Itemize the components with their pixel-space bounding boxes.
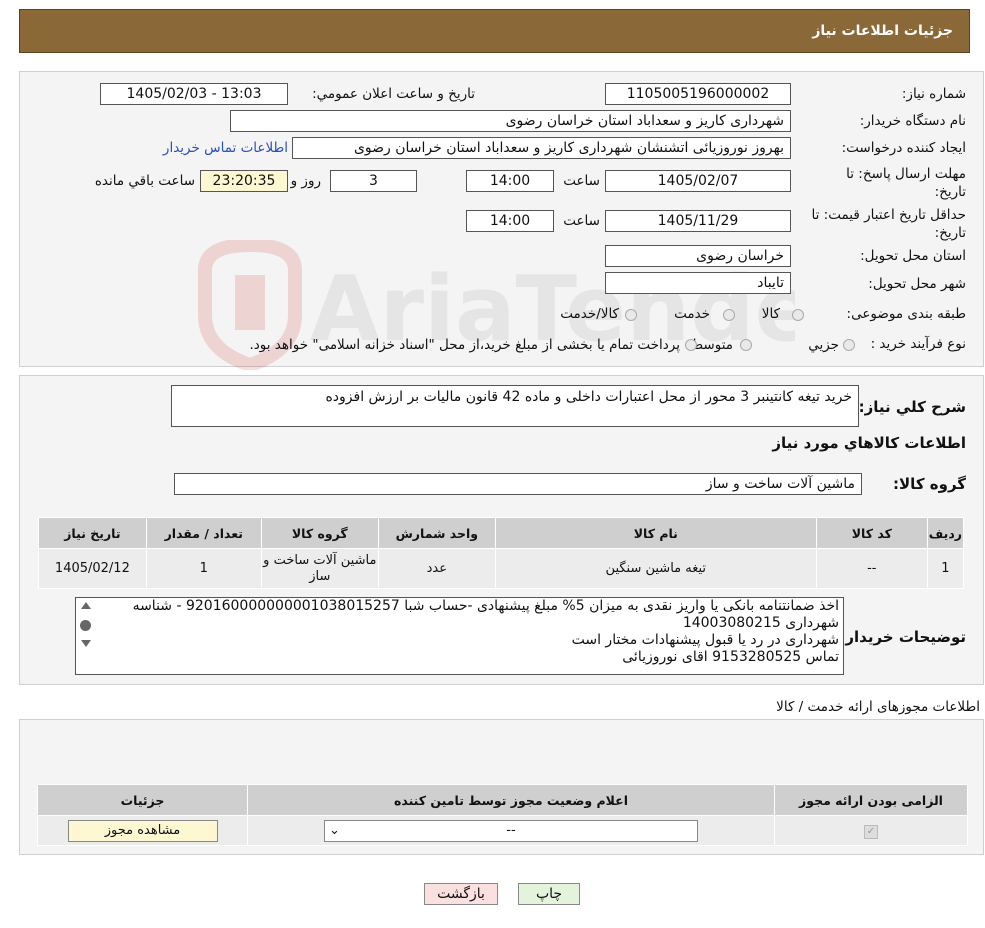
col-code: کد کالا bbox=[815, 517, 928, 549]
creator-label: ایجاد کننده درخواست: bbox=[841, 140, 966, 156]
buyer-org-label: نام دستگاه خریدار: bbox=[859, 113, 966, 129]
buyer-notes-textarea[interactable]: اخذ ضمانتنامه بانکی یا واریز نقدی به میز… bbox=[75, 597, 844, 675]
print-button[interactable]: چاپ bbox=[518, 883, 580, 905]
goods-group-label: گروه کالا: bbox=[893, 475, 966, 493]
cell-group: ماشین آلات ساخت و ساز bbox=[260, 548, 379, 589]
process-radio-minor[interactable] bbox=[843, 339, 855, 351]
page-header: جزئیات اطلاعات نیاز bbox=[19, 9, 970, 53]
cell-code: -- bbox=[815, 548, 928, 589]
cell-qty: 1 bbox=[145, 548, 262, 589]
price-date-field: 1405/11/29 bbox=[605, 210, 791, 232]
category-label: طبقه بندی موضوعی: bbox=[846, 306, 966, 322]
cell-name: تیغه ماشین سنگین bbox=[494, 548, 817, 589]
col-date: تاریخ نیاز bbox=[38, 517, 147, 549]
category-option-goods-service: کالا/خدمت bbox=[560, 306, 619, 322]
licenses-title: اطلاعات مجوزهای ارائه خدمت / کالا bbox=[776, 699, 980, 715]
view-license-button[interactable]: مشاهده مجوز bbox=[67, 819, 218, 842]
col-qty: تعداد / مقدار bbox=[145, 517, 262, 549]
category-radio-service[interactable] bbox=[723, 309, 735, 321]
province-field: خراسان رضوی bbox=[605, 245, 791, 267]
buyer-notes-line: شهرداری در رد یا قبول پیشنهادات مختار اس… bbox=[571, 632, 839, 648]
page-title: جزئیات اطلاعات نیاز bbox=[812, 23, 953, 39]
buyer-org-field: شهرداری کاریز و سعداباد استان خراسان رضو… bbox=[230, 110, 791, 132]
reply-time-field: 14:00 bbox=[466, 170, 554, 192]
announce-datetime-field: 1405/02/03 - 13:03 bbox=[100, 83, 288, 105]
buyer-notes-label: توضیحات خریدار: bbox=[839, 628, 966, 646]
city-field: تایباد bbox=[605, 272, 791, 294]
category-option-goods: کالا bbox=[761, 306, 780, 322]
table-row: ✓ -- ⌄ مشاهده مجوز bbox=[37, 815, 968, 846]
scroll-up-icon[interactable] bbox=[81, 602, 91, 609]
reply-deadline-label: مهلت ارسال پاسخ: تا تاریخ: bbox=[846, 166, 966, 200]
category-radio-goods[interactable] bbox=[792, 309, 804, 321]
buyer-notes-line: اخذ ضمانتنامه بانکی یا واریز نقدی به میز… bbox=[132, 598, 839, 631]
col-row: رديف bbox=[926, 517, 965, 549]
price-validity-label: حداقل تاریخ اعتبار قیمت: تا تاریخ: bbox=[811, 207, 966, 241]
buyer-contact-link[interactable]: اطلاعات تماس خریدار bbox=[163, 140, 288, 156]
notes-scrollbar[interactable] bbox=[78, 600, 94, 672]
col-details: جزئیات bbox=[37, 784, 248, 816]
creator-field: بهروز نوروزیائی اتشنشان شهرداری کاریز و … bbox=[292, 137, 791, 159]
cell-details: مشاهده مجوز bbox=[37, 815, 248, 846]
remaining-time-field: 23:20:35 bbox=[200, 170, 288, 192]
goods-table-header: رديف کد کالا نام کالا واحد شمارش گروه کا… bbox=[38, 517, 965, 549]
need-number-label: شماره نیاز: bbox=[901, 86, 966, 102]
remaining-label: ساعت باقي مانده bbox=[94, 173, 195, 189]
announce-label: تاریخ و ساعت اعلان عمومي: bbox=[312, 86, 475, 102]
process-radio-medium[interactable] bbox=[740, 339, 752, 351]
summary-textarea[interactable]: خرید تیغه کانتینبر 3 محور از محل اعتبارا… bbox=[171, 385, 859, 427]
col-status: اعلام وضعیت مجوز توسط تامین کننده bbox=[247, 784, 775, 816]
process-option-minor: جزيي bbox=[808, 337, 839, 353]
cell-required: ✓ bbox=[774, 815, 968, 846]
table-row: 1 -- تیغه ماشین سنگین عدد ماشین آلات ساخ… bbox=[38, 548, 965, 589]
reply-time-label: ساعت bbox=[563, 173, 600, 189]
days-label: روز و bbox=[290, 173, 321, 189]
goods-table: رديف کد کالا نام کالا واحد شمارش گروه کا… bbox=[38, 517, 965, 589]
category-option-service: خدمت bbox=[674, 306, 710, 322]
col-group: گروه کالا bbox=[260, 517, 379, 549]
price-time-field: 14:00 bbox=[466, 210, 554, 232]
process-note: پرداخت تمام یا بخشی از مبلغ خرید،از محل … bbox=[249, 337, 680, 353]
goods-group-field: ماشین آلات ساخت و ساز bbox=[174, 473, 862, 495]
goods-info-title: اطلاعات کالاهاي مورد نیاز bbox=[772, 434, 966, 452]
licenses-table-header: الزامی بودن ارائه مجوز اعلام وضعیت مجوز … bbox=[37, 784, 968, 816]
price-time-label: ساعت bbox=[563, 213, 600, 229]
need-number-field: 1105005196000002 bbox=[605, 83, 791, 105]
cell-row: 1 bbox=[926, 548, 965, 589]
summary-label: شرح کلي نیاز: bbox=[858, 398, 966, 416]
reply-date-field: 1405/02/07 bbox=[605, 170, 791, 192]
cell-unit: عدد bbox=[377, 548, 496, 589]
status-select-value: -- bbox=[506, 822, 516, 838]
buyer-notes-line: تماس 9153280525 اقای نوروزیائی bbox=[622, 649, 839, 665]
scroll-down-icon[interactable] bbox=[81, 640, 91, 647]
cell-date: 1405/02/12 bbox=[38, 548, 147, 589]
province-label: استان محل تحویل: bbox=[860, 248, 966, 264]
col-name: نام کالا bbox=[494, 517, 817, 549]
required-checkbox[interactable]: ✓ bbox=[864, 824, 878, 839]
col-unit: واحد شمارش bbox=[377, 517, 496, 549]
process-label: نوع فرآیند خرید : bbox=[870, 336, 966, 352]
days-field: 3 bbox=[330, 170, 417, 192]
back-button[interactable]: بازگشت bbox=[424, 883, 498, 905]
col-required: الزامی بودن ارائه مجوز bbox=[774, 784, 968, 816]
status-select[interactable]: -- ⌄ bbox=[324, 819, 698, 842]
cell-status: -- ⌄ bbox=[247, 815, 775, 846]
category-radio-goods-service[interactable] bbox=[625, 309, 637, 321]
scroll-thumb[interactable] bbox=[80, 620, 91, 631]
city-label: شهر محل تحویل: bbox=[868, 276, 966, 292]
process-checkbox-treasury[interactable] bbox=[685, 339, 697, 351]
chevron-down-icon: ⌄ bbox=[329, 822, 340, 838]
licenses-table: الزامی بودن ارائه مجوز اعلام وضعیت مجوز … bbox=[37, 784, 968, 846]
